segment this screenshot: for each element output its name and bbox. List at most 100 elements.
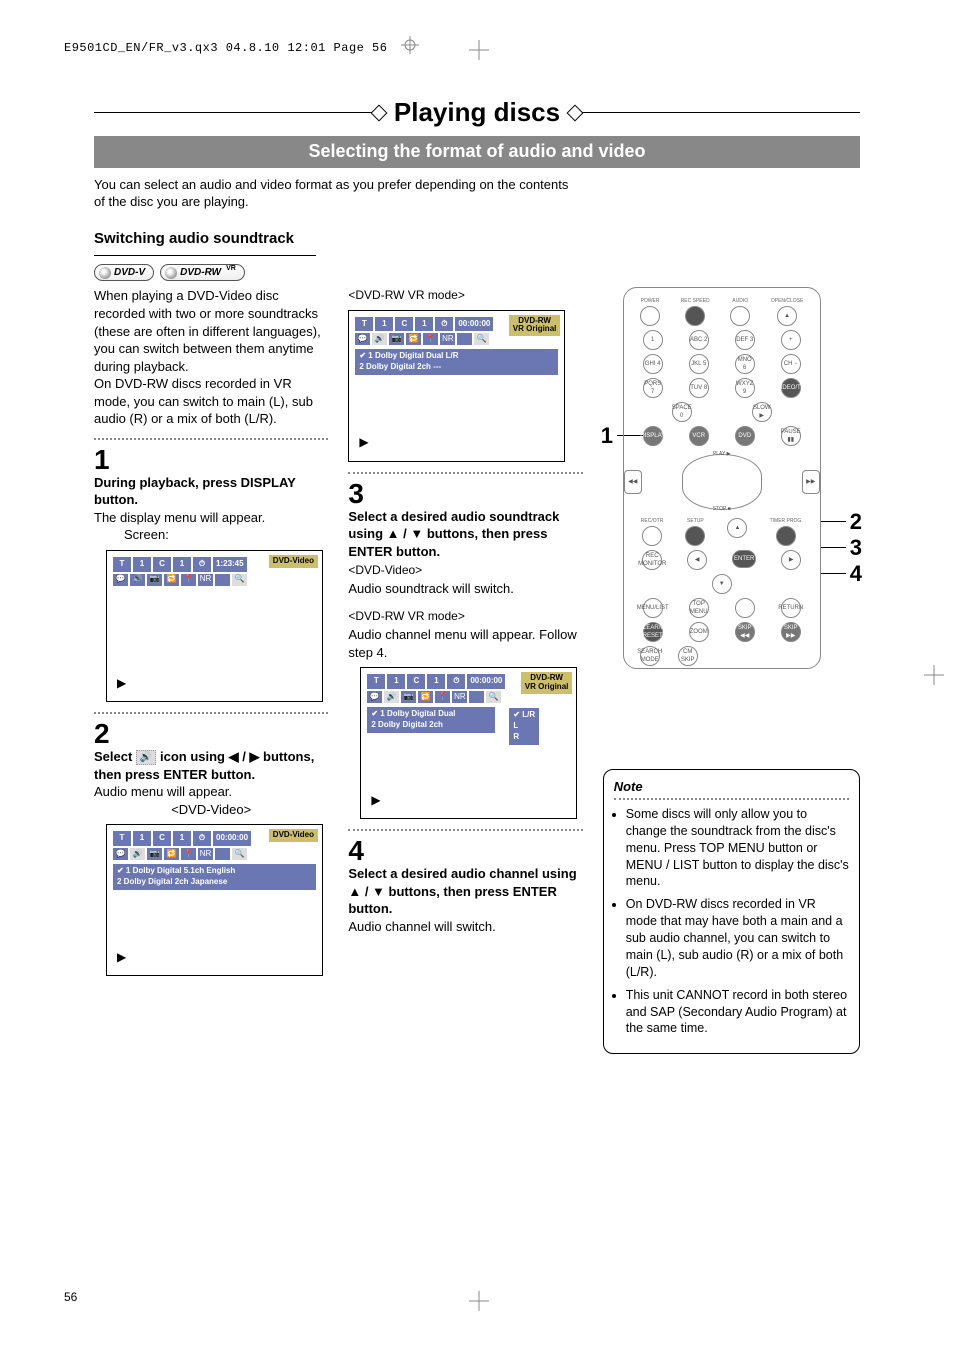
- num-6-button-icon: MNO 6: [735, 354, 755, 374]
- top-menu-button-icon: TOP MENU: [689, 598, 709, 618]
- osd-cell: T: [367, 674, 385, 689]
- osd-step1: T 1 C 1 ⏱ 1:23:45 💬 🔊 📷 🔁 📍 NR: [106, 550, 323, 702]
- osd-cell: 00:00:00: [467, 674, 505, 689]
- audio-icon: 🔊: [130, 848, 145, 860]
- step2-pre: Select: [94, 749, 136, 764]
- power-button-icon: [640, 306, 660, 326]
- search-icon: 🔍: [232, 848, 247, 860]
- page-number: 56: [64, 1289, 77, 1305]
- ch-down-button-icon: CH −: [781, 354, 801, 374]
- osd-cell: T: [355, 317, 373, 332]
- osd-cell: C: [153, 557, 171, 572]
- rec-otr-button-icon: [642, 526, 662, 546]
- osd-cell: T: [113, 831, 131, 846]
- audio-icon: 🔊: [384, 691, 399, 703]
- skip-back-button-icon: SKIP ◀◀: [735, 622, 755, 642]
- down-button-icon: ▼: [712, 574, 732, 594]
- osd-cell: 1:23:45: [213, 557, 247, 572]
- osd-icon-row: 💬 🔊 📷 🔁 📍 NR 🔍: [107, 574, 322, 590]
- num-4-button-icon: GHI 4: [643, 354, 663, 374]
- audio-button-icon: [730, 306, 750, 326]
- repeat-icon: 🔁: [164, 848, 179, 860]
- left-paragraph: When playing a DVD-Video disc recorded w…: [94, 287, 328, 427]
- search-icon: 🔍: [486, 691, 501, 703]
- osd-cell: C: [395, 317, 413, 332]
- menu-list-button-icon: MENU/LIST: [643, 598, 663, 618]
- pause-button-icon: PAUSE ▮▮: [781, 426, 801, 446]
- osd-sub-row: ✔ L/R: [513, 710, 535, 721]
- play-icon: ▶: [371, 792, 380, 808]
- osd-cell: C: [153, 831, 171, 846]
- osd-cell: 1: [173, 831, 191, 846]
- subtitle-icon: 💬: [113, 848, 128, 860]
- osd-list-row: ✔ 1 Dolby Digital Dual: [371, 709, 491, 720]
- osd-icon-row: 💬 🔊 📷 🔁 📍 NR 🔍: [107, 848, 322, 864]
- repeat-icon: 🔁: [406, 333, 421, 345]
- dvd-rw-vr-badge: DVD-RW VR: [160, 264, 245, 282]
- remote-label: SETUP: [687, 518, 704, 525]
- step-2-number: 2: [94, 720, 328, 748]
- rule-left-icon: [94, 112, 380, 113]
- remote-label: REC/OTR: [641, 518, 664, 525]
- nr-icon: NR: [440, 333, 455, 345]
- play-icon: ▶: [359, 434, 368, 450]
- dotted-separator: [348, 472, 582, 474]
- remote-label: TIMER PROG.: [770, 518, 803, 525]
- vcr-button-icon: VCR: [689, 426, 709, 446]
- rec-speed-button-icon: [685, 306, 705, 326]
- marker-icon: 📍: [181, 848, 196, 860]
- osd-cell: 00:00:00: [213, 831, 251, 846]
- skip-fwd-button-icon: SKIP ▶▶: [781, 622, 801, 642]
- osd-list: ✔ 1 Dolby Digital Dual 2 Dolby Digital 2…: [367, 707, 495, 733]
- sub-heading: Switching audio soundtrack: [94, 229, 860, 249]
- step3-mode2: <DVD-RW VR mode>: [348, 608, 582, 624]
- callout-line: [820, 521, 846, 522]
- ff-button-icon: ▶▶: [802, 470, 820, 494]
- section-title-row: Playing discs: [94, 95, 860, 130]
- osd-list-row: ✔ 1 Dolby Digital Dual L/R: [359, 351, 554, 362]
- rew-button-icon: ◀◀: [624, 470, 642, 494]
- step3-mode1: <DVD-Video>: [348, 562, 582, 578]
- angle-icon: 📷: [389, 333, 404, 345]
- page: E9501CD_EN/FR_v3.qx3 04.8.10 12:01 Page …: [0, 0, 954, 1351]
- rec-monitor-button-icon: REC MONITOR: [642, 550, 662, 570]
- enter-button-icon: ENTER: [732, 550, 756, 568]
- right-button-icon: ▶: [781, 550, 801, 570]
- osd-cell: 1: [415, 317, 433, 332]
- step-3-number: 3: [348, 480, 582, 508]
- up-button-icon: ▲: [727, 518, 747, 538]
- step-1-text: The display menu will appear.: [94, 509, 328, 527]
- osd-cell: 1: [375, 317, 393, 332]
- osd-cell: ⏱: [435, 317, 453, 332]
- osd-list-row: 2 Dolby Digital 2ch Japanese: [117, 877, 312, 888]
- osd-cell: 1: [387, 674, 405, 689]
- disc-icon: [99, 267, 111, 279]
- intro-text: You can select an audio and video format…: [94, 176, 574, 211]
- blank-icon: [469, 691, 484, 703]
- remote-label: REC SPEED: [681, 298, 710, 305]
- media-badges: DVD-V DVD-RW VR: [94, 264, 860, 282]
- cm-skip-button-icon: CM SKIP: [678, 646, 698, 666]
- osd-cell: T: [113, 557, 131, 572]
- speaker-icon: 🔊: [136, 750, 156, 766]
- angle-icon: 📷: [147, 574, 162, 586]
- osd-list: ✔ 1 Dolby Digital Dual L/R 2 Dolby Digit…: [355, 349, 558, 375]
- num-8-button-icon: TUV 8: [689, 378, 709, 398]
- dvd-button-icon: DVD: [735, 426, 755, 446]
- osd-sub-row: L: [513, 721, 535, 732]
- display-button-icon: DISPLAY: [643, 426, 663, 446]
- osd-cell: ⏱: [447, 674, 465, 689]
- note-item: This unit CANNOT record in both stereo a…: [626, 987, 849, 1038]
- num-5-button-icon: JKL 5: [689, 354, 709, 374]
- num-0-button-icon: SPACE 0: [672, 402, 692, 422]
- zoom-button-icon: ZOOM: [689, 622, 709, 642]
- blank-button-icon: [735, 598, 755, 618]
- num-7-button-icon: PQRS 7: [643, 378, 663, 398]
- step-1-number: 1: [94, 446, 328, 474]
- video-tv-button-icon: VIDEO/TV: [781, 378, 801, 398]
- callout-line: [820, 547, 846, 548]
- subtitle-icon: 💬: [355, 333, 370, 345]
- angle-icon: 📷: [147, 848, 162, 860]
- note-list: Some discs will only allow you to change…: [614, 806, 849, 1037]
- dotted-separator: [94, 712, 328, 714]
